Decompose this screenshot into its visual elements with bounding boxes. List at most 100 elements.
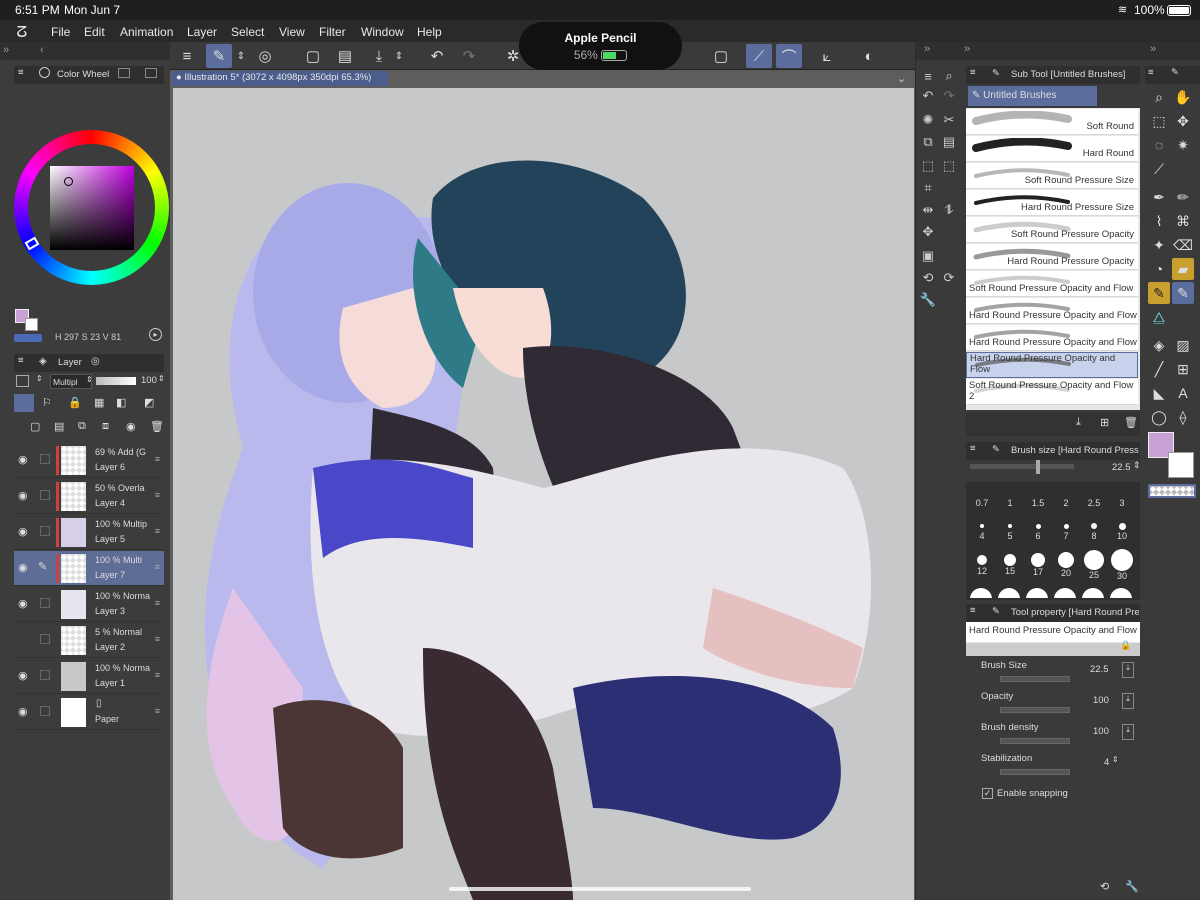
menu-filter[interactable]: Filter (319, 25, 346, 39)
brush-size-bar[interactable] (1000, 676, 1070, 682)
brush-size-slider-handle[interactable] (1036, 460, 1040, 474)
snapping-checkbox[interactable]: ✓ (982, 788, 993, 799)
pen-sub-icon[interactable]: ✎ (1148, 282, 1170, 304)
lock-icon[interactable]: 🔒 (68, 396, 82, 409)
layers-icon[interactable]: ◈ (39, 356, 47, 367)
brush-item[interactable]: Soft Round (966, 109, 1138, 135)
brush-size-option[interactable]: 17 (1024, 553, 1052, 580)
menu-icon[interactable]: ≡ (1148, 67, 1154, 78)
pressure-settings-icon[interactable]: ⤓ (1122, 724, 1134, 740)
lock-checkbox[interactable] (40, 706, 50, 716)
sub-color-box[interactable] (1168, 452, 1194, 478)
chevron-left-icon[interactable]: ‹ (40, 44, 44, 56)
canvas-tab[interactable]: ● Illustration 5* (3072 x 4098px 350dpi … (172, 71, 388, 86)
undo-icon[interactable]: ↶ (424, 44, 450, 68)
menu-icon[interactable]: ≡ (18, 355, 24, 366)
menu-file[interactable]: File (51, 25, 70, 39)
app-logo-icon[interactable]: ⵒ (16, 23, 27, 41)
eye-icon[interactable]: ◉ (18, 453, 28, 466)
balloon-icon[interactable]: ◯ (1148, 406, 1170, 428)
reset-icon[interactable]: ⟲ (1100, 880, 1109, 893)
copy-icon[interactable]: ⧉ (917, 132, 939, 152)
opacity-bar[interactable] (1000, 707, 1070, 713)
brush-density-bar[interactable] (1000, 738, 1070, 744)
brush-size-option[interactable]: 2 (1052, 484, 1080, 510)
brush-size-option[interactable]: 25 (1080, 550, 1108, 580)
correct-line-icon[interactable]: ⟠ (1172, 406, 1194, 428)
quick-access-icon[interactable]: ◎ (252, 44, 278, 68)
layer-menu-icon[interactable]: ≡ (155, 562, 160, 572)
ruler-show-icon[interactable]: ◩ (144, 396, 154, 409)
menu-icon[interactable]: ≡ (917, 66, 939, 86)
save-icon[interactable]: ⤓ (366, 44, 392, 68)
eyedropper-icon[interactable]: ⟋ (1148, 158, 1170, 180)
layer-menu-icon[interactable]: ≡ (155, 490, 160, 500)
brush-size-option[interactable]: 1.5 (1024, 484, 1052, 510)
delete-subtool-icon[interactable]: 🗑 (1124, 416, 1138, 429)
eye-icon[interactable]: ◉ (18, 561, 28, 574)
collapse-icon[interactable]: » (964, 43, 970, 55)
ruler-icon[interactable]: ◣ (1148, 382, 1170, 404)
lock-transparent-icon[interactable]: ▦ (94, 396, 104, 409)
eye-icon[interactable]: ◉ (18, 525, 28, 538)
brush-size-option[interactable]: 20 (1052, 552, 1080, 580)
brush-size-option[interactable]: 2.5 (1080, 484, 1108, 510)
transparent-color-swatch[interactable] (14, 334, 42, 342)
layer-mask-icon[interactable]: ◉ (126, 420, 136, 433)
brush-size-option[interactable]: 6 (1024, 520, 1052, 546)
brush-item-selected[interactable]: Hard Round Pressure Opacity and Flow (966, 352, 1138, 378)
transform-icon[interactable]: ⬚ (917, 156, 939, 176)
layer-row[interactable]: ◉ 100 % Multip Layer 5 ≡ (14, 515, 164, 550)
rotate-canvas-icon[interactable]: ⟲ (917, 268, 939, 288)
subtool-group-tab[interactable]: ✎ Untitled Brushes (968, 86, 1097, 106)
fill-icon[interactable]: ◈ (1148, 334, 1170, 356)
layer-menu-icon[interactable]: ≡ (155, 670, 160, 680)
brush-item[interactable]: Hard Round Pressure Size (966, 190, 1138, 216)
menu-icon[interactable]: ≡ (970, 67, 976, 78)
layer-row[interactable]: ◉ 69 % Add (G Layer 6 ≡ (14, 443, 164, 478)
collapse-icon[interactable]: » (1150, 43, 1156, 55)
stabilization-bar[interactable] (1000, 769, 1070, 775)
companion-mode-icon[interactable]: ◐ (856, 44, 882, 68)
wrench-icon[interactable]: 🔧 (917, 290, 939, 310)
clear-icon[interactable]: ✺ (917, 110, 939, 130)
brush-item[interactable]: Soft Round Pressure Opacity and Flow (966, 271, 1138, 297)
cut-icon[interactable]: ✂ (938, 110, 960, 130)
collapse-icon[interactable]: » (924, 43, 930, 55)
layer-row[interactable]: 5 % Normal Layer 2 ≡ (14, 623, 164, 658)
free-transform-icon[interactable]: ⬚ (938, 156, 960, 176)
open-file-icon[interactable]: ▤ (332, 44, 358, 68)
new-folder-icon[interactable]: ▤ (54, 420, 64, 433)
text-icon[interactable]: A (1172, 382, 1194, 404)
brush-item[interactable]: Hard Round Pressure Opacity and Flow (966, 325, 1138, 351)
delete-layer-icon[interactable]: 🗑 (150, 420, 164, 433)
brush-tab-icon[interactable]: ✎ (992, 68, 1000, 79)
color-history-tab-icon[interactable] (145, 68, 157, 78)
flip-vertical-icon[interactable]: ⥮ (938, 200, 960, 220)
color-set-tab-icon[interactable] (118, 68, 130, 78)
lock-checkbox[interactable] (40, 634, 50, 644)
brush-size-option[interactable]: 10 (1108, 520, 1136, 546)
drawing-canvas[interactable] (173, 88, 914, 900)
mask-enable-icon[interactable]: ◧ (116, 396, 126, 409)
brush-item[interactable]: Hard Round (966, 136, 1138, 162)
layer-menu-icon[interactable]: ≡ (155, 526, 160, 536)
transform-icon[interactable]: ▢ (708, 44, 734, 68)
mesh-transform-icon[interactable]: ⌗ (917, 178, 939, 198)
layer-menu-icon[interactable]: ≡ (155, 598, 160, 608)
layer-menu-icon[interactable]: ≡ (155, 634, 160, 644)
brush-item[interactable]: Hard Round Pressure Opacity (966, 244, 1138, 270)
lock-icon[interactable]: 🔒 (1120, 640, 1131, 651)
play-icon[interactable]: ▸ (149, 328, 162, 341)
reference-layer-icon[interactable]: ⚐ (42, 396, 52, 409)
blend-icon[interactable]: ◔ (1148, 258, 1170, 280)
layer-menu-icon[interactable]: ≡ (155, 454, 160, 464)
eye-icon[interactable]: ◉ (18, 597, 28, 610)
chevron-updown-icon[interactable]: ⇕ (1133, 460, 1141, 471)
brush-size-option[interactable]: 12 (968, 554, 996, 580)
redo-icon[interactable]: ↷ (456, 44, 482, 68)
pressure-settings-icon[interactable]: ⤓ (1122, 662, 1134, 678)
fit-screen-icon[interactable]: ▣ (917, 246, 939, 266)
chevron-updown-icon[interactable]: ⇕ (158, 374, 165, 383)
menu-layer[interactable]: Layer (187, 25, 217, 39)
